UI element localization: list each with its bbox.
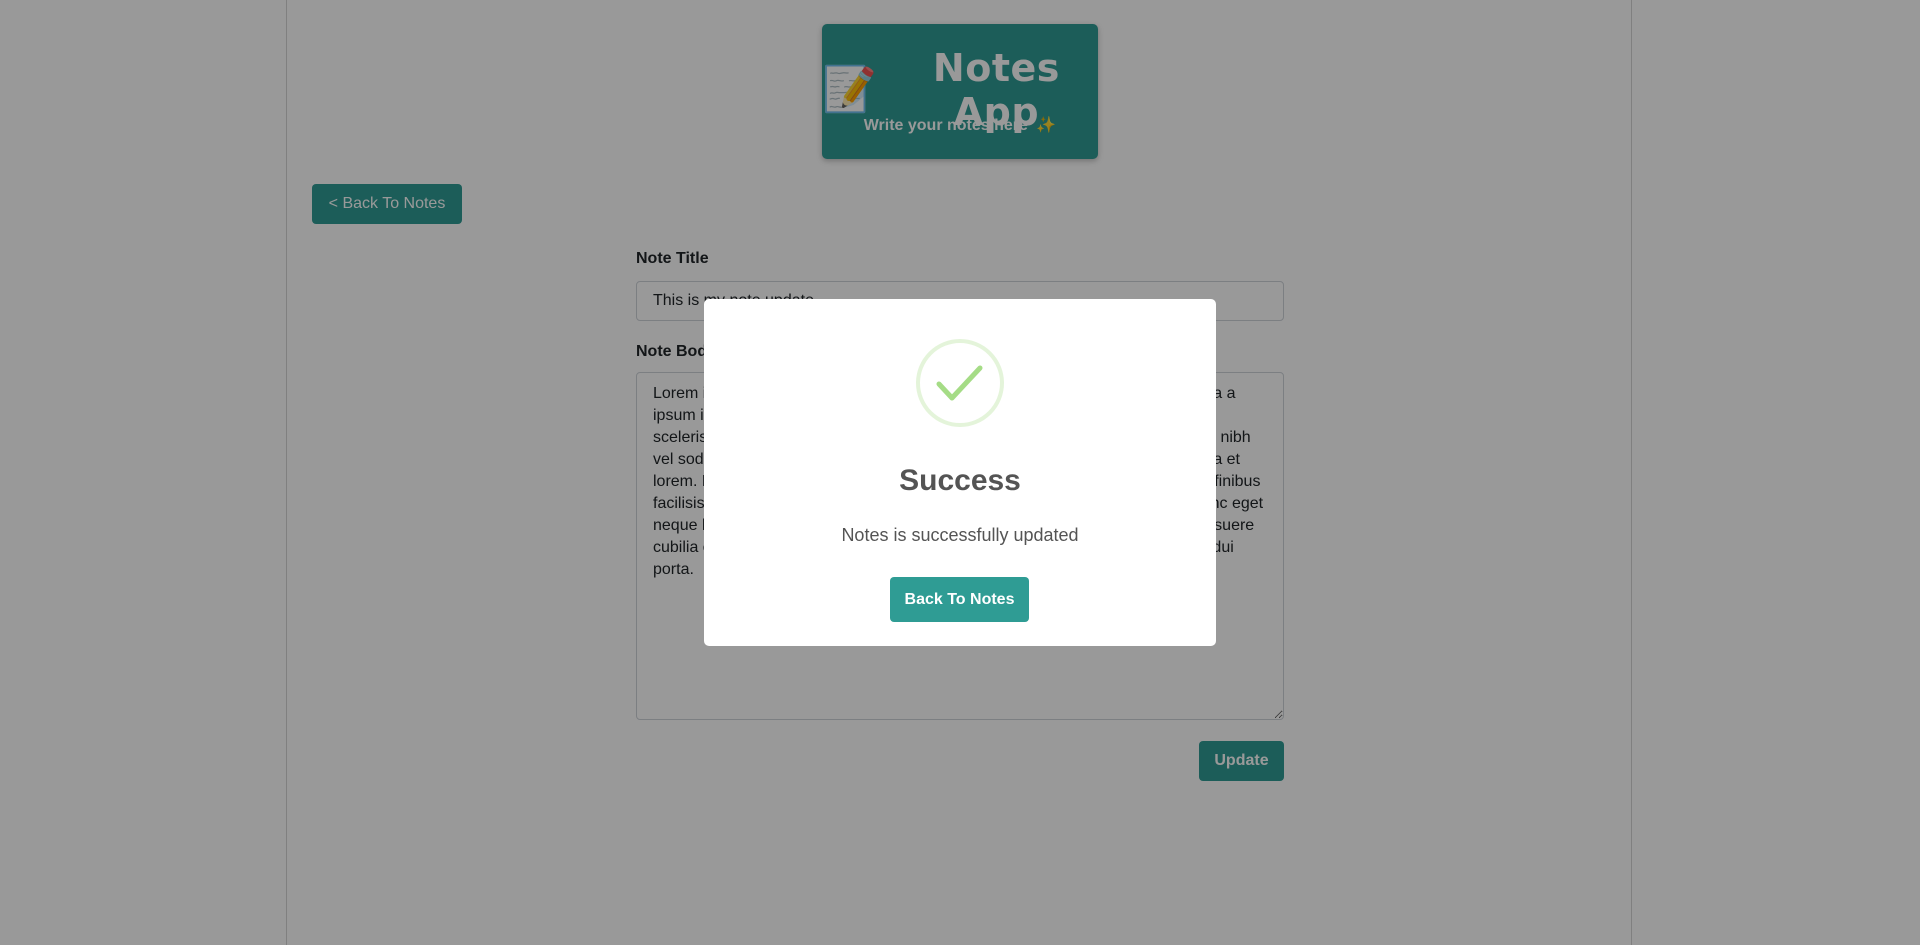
modal-title: Success: [899, 464, 1021, 497]
success-modal: Success Notes is successfully updated Ba…: [704, 299, 1216, 646]
check-mark-icon: [936, 365, 983, 401]
modal-back-to-notes-button[interactable]: Back To Notes: [890, 577, 1029, 622]
page: 📝 Notes App Write your notes here ✨ < Ba…: [0, 0, 1920, 945]
success-check-icon: [916, 339, 1004, 427]
modal-message: Notes is successfully updated: [841, 525, 1079, 545]
